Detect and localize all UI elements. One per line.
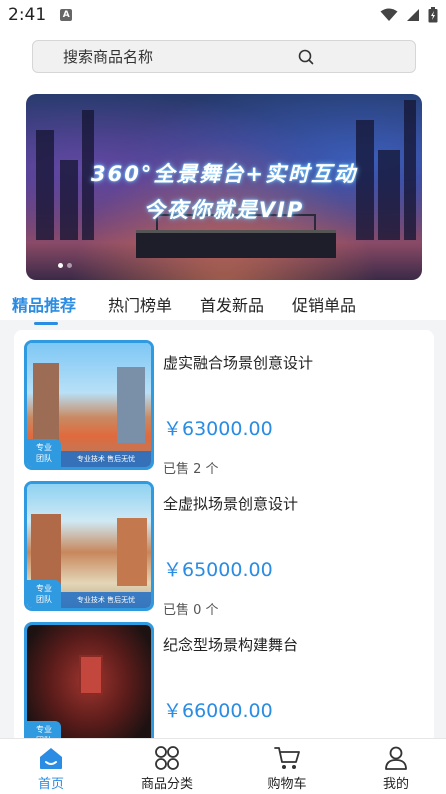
nav-home[interactable]: 首页 <box>11 743 91 792</box>
banner-pagination <box>58 263 72 268</box>
tab-hot-ranking[interactable]: 热门榜单 <box>108 292 172 316</box>
product-list: 专业 团队 专业技术 售后无忧 虚实融合场景创意设计 ￥63000.00 已售 2… <box>14 330 434 738</box>
stage-graphic <box>136 230 336 258</box>
nav-profile[interactable]: 我的 <box>356 743 436 792</box>
product-title[interactable]: 纪念型场景构建舞台 <box>163 634 298 655</box>
pro-team-badge: 专业团队 <box>27 580 61 608</box>
product-title[interactable]: 全虚拟场景创意设计 <box>163 493 298 514</box>
nav-category[interactable]: 商品分类 <box>127 743 207 792</box>
cart-icon <box>274 747 300 769</box>
product-thumbnail[interactable]: 专业 团队 专业技术 售后无忧 <box>24 340 154 470</box>
signal-icon <box>407 9 419 21</box>
product-card[interactable]: 专业 团队 专业技术 售后无忧 虚实融合场景创意设计 ￥63000.00 已售 2… <box>24 340 424 477</box>
pro-team-badge: 专业团队 <box>27 721 61 738</box>
header-area: 搜索商品名称 360°全景舞台+实时互动 今夜你就是VIP 精品推荐 热门榜单 … <box>0 30 446 325</box>
active-tab-indicator <box>34 322 58 325</box>
nav-profile-label: 我的 <box>382 777 409 792</box>
home-icon <box>40 748 62 769</box>
status-time: 2:41 <box>8 5 47 25</box>
promo-banner[interactable]: 360°全景舞台+实时互动 今夜你就是VIP <box>26 94 422 280</box>
wifi-icon <box>380 8 398 21</box>
tab-new-arrivals[interactable]: 首发新品 <box>200 292 264 316</box>
pro-team-badge: 专业团队 <box>27 439 61 467</box>
nav-category-label: 商品分类 <box>140 777 193 792</box>
status-bar: 2:41 A <box>0 0 446 30</box>
search-icon[interactable] <box>297 48 315 66</box>
service-strip: 专业技术 售后无忧 <box>61 592 151 608</box>
banner-subheadline: 今夜你就是VIP <box>143 198 305 222</box>
banner-dot-active[interactable] <box>58 263 63 268</box>
service-strip: 专业技术 售后无忧 <box>61 451 151 467</box>
tab-featured[interactable]: 精品推荐 <box>12 292 76 316</box>
product-thumbnail[interactable]: 专业 团队 专业技术 售后无忧 <box>24 481 154 611</box>
nav-cart[interactable]: 购物车 <box>247 743 327 792</box>
product-price: ￥63000.00 <box>163 418 273 440</box>
product-title[interactable]: 虚实融合场景创意设计 <box>163 352 313 373</box>
banner-headline: 360°全景舞台+实时互动 <box>91 162 357 186</box>
product-card[interactable]: 专业 团队 专业技术 售后无忧 全虚拟场景创意设计 ￥65000.00 已售 0 … <box>24 481 424 618</box>
nav-cart-label: 购物车 <box>267 777 307 792</box>
product-sold-count: 已售 0 个 <box>163 603 219 618</box>
category-tabs: 精品推荐 热门榜单 首发新品 促销单品 <box>0 292 446 325</box>
product-price: ￥65000.00 <box>163 559 273 581</box>
product-card[interactable]: 专业团队 纪念型场景构建舞台 ￥66000.00 <box>24 622 424 738</box>
product-price: ￥66000.00 <box>163 700 273 722</box>
banner-dot[interactable] <box>67 263 72 268</box>
user-icon <box>385 746 407 770</box>
search-input[interactable]: 搜索商品名称 <box>32 40 416 73</box>
battery-icon <box>428 7 438 23</box>
product-sold-count: 已售 2 个 <box>163 462 219 477</box>
bottom-nav: 首页 商品分类 购物车 我的 <box>0 738 446 794</box>
search-placeholder: 搜索商品名称 <box>63 48 154 66</box>
notification-icon: A <box>60 9 73 21</box>
status-icons <box>380 7 438 23</box>
product-thumbnail[interactable]: 专业团队 <box>24 622 154 738</box>
category-icon <box>155 746 179 770</box>
tab-promotions[interactable]: 促销单品 <box>292 292 356 316</box>
nav-home-label: 首页 <box>37 777 64 792</box>
